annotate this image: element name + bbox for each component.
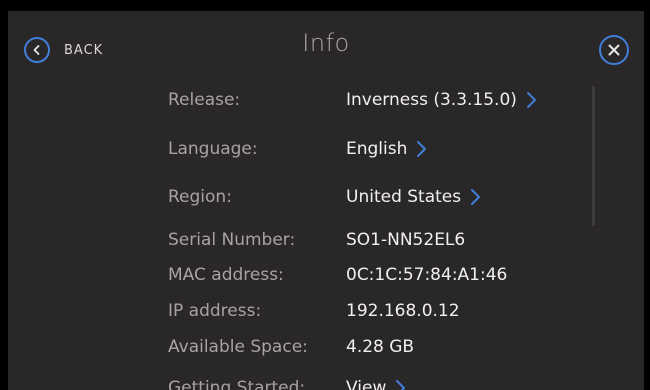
- region-row[interactable]: Region: United States: [168, 182, 481, 212]
- chevron-right-icon: [415, 140, 427, 158]
- row-value-wrap: Inverness (3.3.15.0): [346, 90, 537, 110]
- close-icon: [607, 43, 621, 57]
- row-value-wrap: View: [346, 378, 406, 390]
- chevron-right-icon: [394, 379, 406, 390]
- chevron-right-icon: [525, 91, 537, 109]
- language-row[interactable]: Language: English: [168, 134, 427, 164]
- row-value: 0C:1C:57:84:A1:46: [346, 265, 508, 285]
- release-row[interactable]: Release: Inverness (3.3.15.0): [168, 85, 537, 115]
- row-value: View: [346, 378, 387, 390]
- row-value-wrap: United States: [346, 187, 481, 207]
- row-value: United States: [346, 187, 462, 207]
- page-title: Info: [302, 29, 350, 57]
- row-label: Getting Started:: [168, 378, 306, 390]
- row-value: Inverness (3.3.15.0): [346, 90, 517, 110]
- info-screen: BACK Info Release: Inverness (3.3.15.0) …: [8, 11, 644, 390]
- row-label: MAC address:: [168, 265, 284, 285]
- row-value: SO1-NN52EL6: [346, 230, 466, 250]
- chevron-right-icon: [469, 188, 481, 206]
- row-value: English: [346, 139, 408, 159]
- row-label: Release:: [168, 90, 241, 110]
- mac-address-row: MAC address: 0C:1C:57:84:A1:46: [168, 260, 507, 290]
- row-label: Language:: [168, 139, 258, 159]
- serial-number-row: Serial Number: SO1-NN52EL6: [168, 225, 465, 255]
- getting-started-row[interactable]: Getting Started: View: [168, 373, 406, 390]
- row-label: Serial Number:: [168, 230, 296, 250]
- row-label: IP address:: [168, 301, 262, 321]
- row-label: Available Space:: [168, 337, 308, 357]
- scrollbar[interactable]: [592, 86, 595, 226]
- close-button[interactable]: [599, 35, 629, 65]
- row-value-wrap: English: [346, 139, 427, 159]
- available-space-row: Available Space: 4.28 GB: [168, 332, 414, 362]
- row-label: Region:: [168, 187, 232, 207]
- row-value: 192.168.0.12: [346, 301, 460, 321]
- row-value: 4.28 GB: [346, 337, 415, 357]
- ip-address-row: IP address: 192.168.0.12: [168, 296, 460, 326]
